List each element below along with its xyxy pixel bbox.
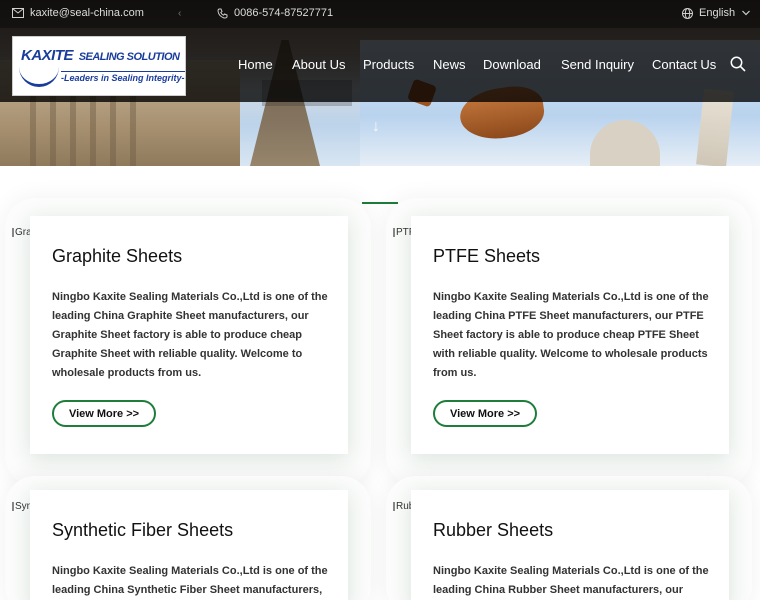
logo-swoosh <box>19 67 59 87</box>
scroll-down-icon[interactable]: ↓ <box>372 118 380 136</box>
broken-image-icon <box>12 502 14 511</box>
section-divider <box>362 202 398 204</box>
product-image: PTFE Sheets <box>393 227 411 238</box>
nav-home[interactable]: Home <box>238 57 273 72</box>
logo-brand-suffix: SEALING SOLUTION <box>78 51 180 63</box>
product-image: Rubber Sheets <box>393 501 411 512</box>
nav-download[interactable]: Download <box>483 57 541 72</box>
view-more-button[interactable]: View More >> <box>52 400 156 427</box>
image-alt-text: Synthetic Fiber Sheets <box>15 501 30 512</box>
image-alt-text: Graphite Sheets <box>15 227 30 238</box>
image-alt-text: PTFE Sheets <box>396 227 411 238</box>
broken-image-icon <box>393 502 395 511</box>
card-description: Ningbo Kaxite Sealing Materials Co.,Ltd … <box>433 565 709 596</box>
logo-brand: KAXITE SEALING SOLUTION <box>21 47 180 64</box>
product-card: PTFE Sheets Ningbo Kaxite Sealing Materi… <box>411 216 729 454</box>
logo-brand-name: KAXITE <box>21 47 74 64</box>
language-selector[interactable]: English <box>682 7 756 19</box>
contact-email[interactable]: kaxite@seal-china.com <box>12 7 144 19</box>
nav-contact-us[interactable]: Contact Us <box>652 57 716 72</box>
product-image: Graphite Sheets <box>12 227 30 238</box>
nav-news[interactable]: News <box>433 57 466 72</box>
view-more-button[interactable]: View More >> <box>433 400 537 427</box>
nav-products[interactable]: Products <box>363 57 414 72</box>
product-card: Graphite Sheets Ningbo Kaxite Sealing Ma… <box>30 216 348 454</box>
product-card: Synthetic Fiber Sheets Ningbo Kaxite Sea… <box>30 490 348 600</box>
globe-icon <box>682 7 693 19</box>
image-alt-text: Rubber Sheets <box>396 501 411 512</box>
email-text: kaxite@seal-china.com <box>30 7 144 19</box>
nav-about-us[interactable]: About Us <box>292 57 345 72</box>
product-image: Synthetic Fiber Sheets <box>12 501 30 512</box>
search-icon <box>730 56 746 72</box>
contact-phone[interactable]: 0086-574-87527771 <box>217 7 333 19</box>
card-title[interactable]: PTFE Sheets <box>433 246 540 267</box>
search-button[interactable] <box>730 56 746 77</box>
main-header: KAXITE SEALING SOLUTION -Leaders in Seal… <box>0 28 760 102</box>
broken-image-icon <box>12 228 14 237</box>
phone-icon <box>217 8 228 19</box>
broken-image-icon <box>393 228 395 237</box>
card-description: Ningbo Kaxite Sealing Materials Co.,Ltd … <box>433 291 709 379</box>
nav-send-inquiry[interactable]: Send Inquiry <box>561 57 634 72</box>
language-label: English <box>699 7 736 19</box>
top-bar: kaxite@seal-china.com ‹ 0086-574-8752777… <box>0 0 760 28</box>
product-card: Rubber Sheets Ningbo Kaxite Sealing Mate… <box>411 490 729 600</box>
mail-icon <box>12 8 24 18</box>
card-title[interactable]: Synthetic Fiber Sheets <box>52 520 233 541</box>
site-logo[interactable]: KAXITE SEALING SOLUTION -Leaders in Seal… <box>12 36 186 96</box>
logo-slogan: -Leaders in Sealing Integrity- <box>61 71 185 83</box>
phone-text: 0086-574-87527771 <box>234 7 334 19</box>
card-title[interactable]: Rubber Sheets <box>433 520 553 541</box>
card-title[interactable]: Graphite Sheets <box>52 246 182 267</box>
card-description: Ningbo Kaxite Sealing Materials Co.,Ltd … <box>52 565 328 596</box>
chevron-down-icon <box>742 10 751 16</box>
card-description: Ningbo Kaxite Sealing Materials Co.,Ltd … <box>52 291 328 379</box>
topbar-separator: ‹ <box>178 8 182 19</box>
